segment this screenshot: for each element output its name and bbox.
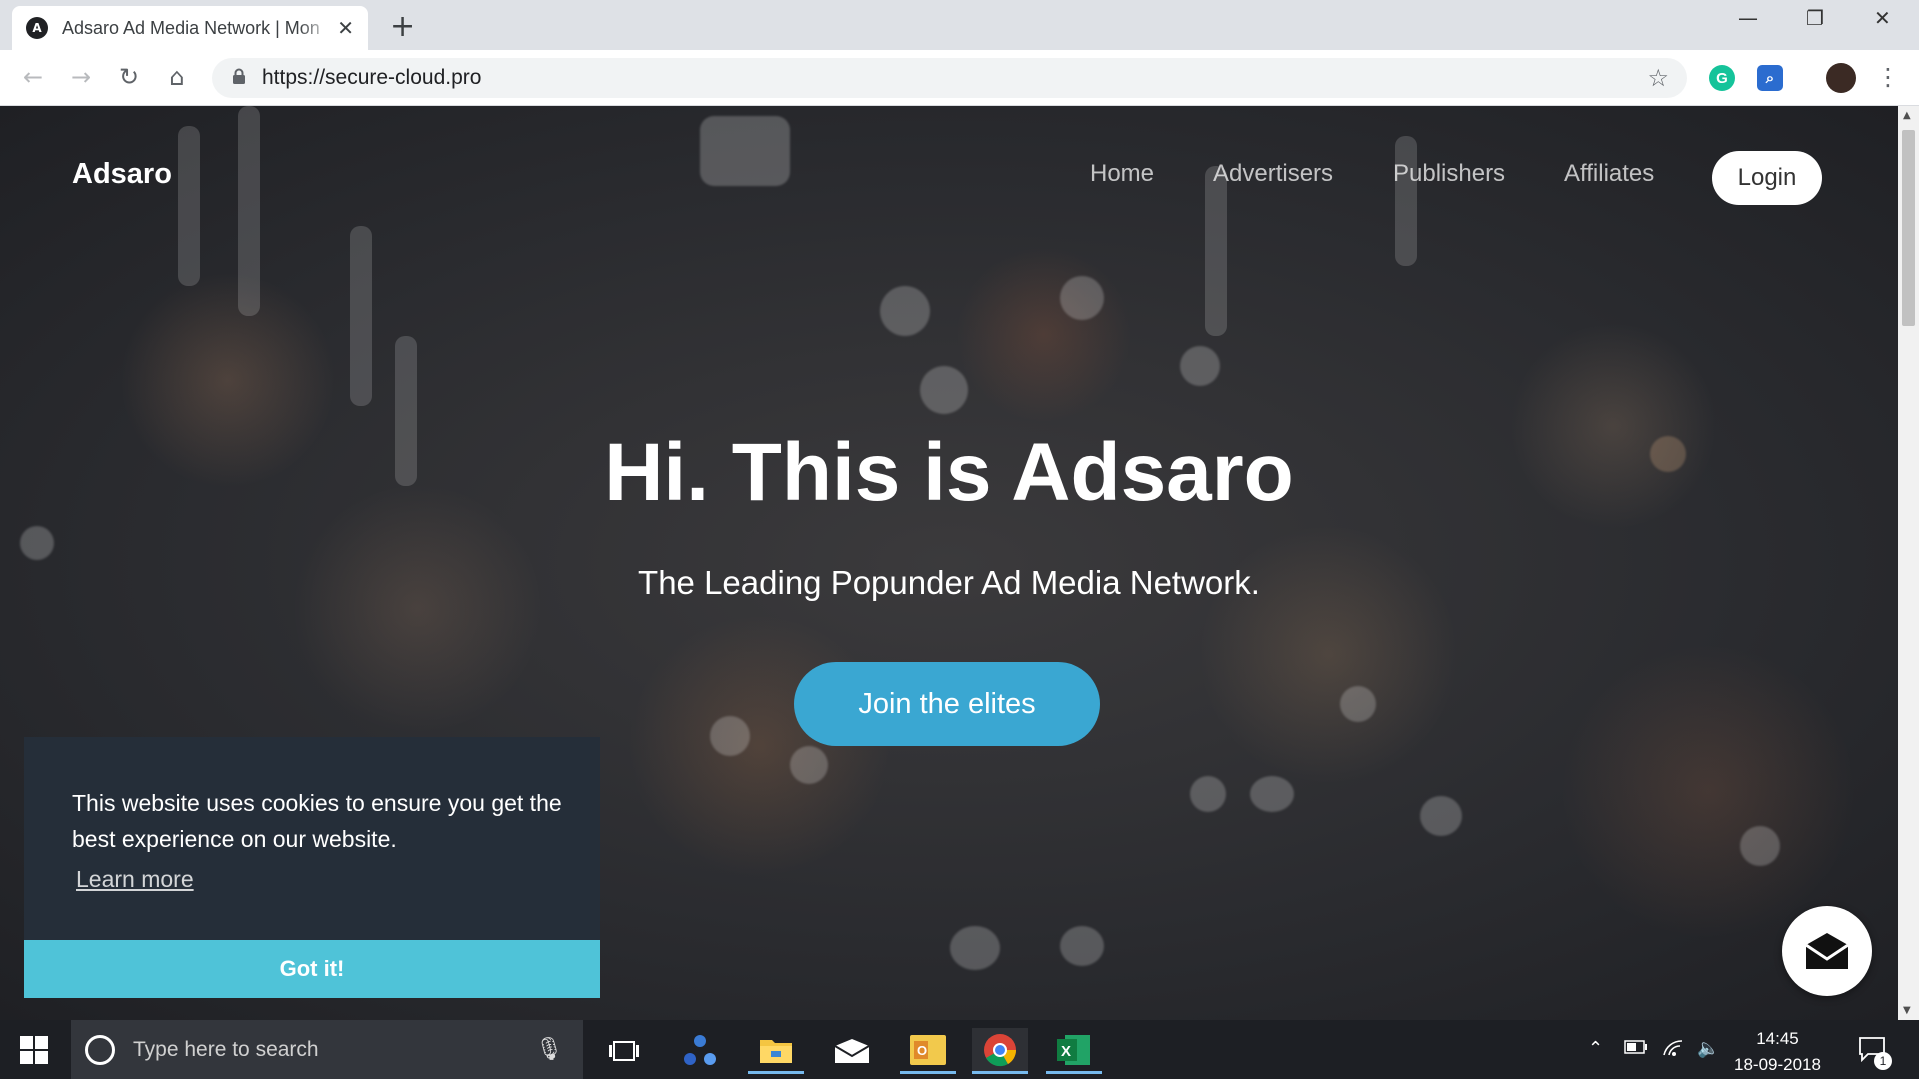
join-the-elites-button[interactable]: Join the elites (794, 662, 1100, 746)
microphone-icon[interactable]: 🎙 (535, 1037, 563, 1062)
battery-icon[interactable] (1624, 1038, 1648, 1059)
svg-text:X: X (1061, 1043, 1071, 1060)
hero-title: Hi. This is Adsaro (604, 427, 1294, 518)
notification-count-badge: 1 (1874, 1052, 1892, 1070)
bokeh-light (178, 126, 200, 286)
cookie-message: This website uses cookies to ensure you … (72, 790, 562, 852)
bokeh-light (920, 366, 968, 414)
bokeh-light (1060, 926, 1104, 966)
nav-link-home[interactable]: Home (1090, 160, 1154, 188)
chrome-icon[interactable] (972, 1028, 1028, 1074)
bokeh-light (790, 746, 828, 784)
outlook-icon[interactable]: O (900, 1028, 956, 1074)
action-center-notifications-icon[interactable]: 1 (1858, 1036, 1892, 1070)
contact-mail-button[interactable] (1782, 906, 1872, 996)
bokeh-light (1340, 686, 1376, 722)
file-explorer-icon[interactable] (748, 1028, 804, 1074)
nav-link-publishers[interactable]: Publishers (1393, 160, 1505, 188)
new-tab-icon[interactable]: + (390, 9, 415, 44)
site-logo[interactable]: Adsaro (72, 158, 172, 191)
bokeh-light (710, 716, 750, 756)
scroll-up-arrow-icon[interactable]: ▲ (1903, 110, 1911, 121)
restore-icon[interactable]: ❐ (1806, 6, 1824, 30)
tab-close-icon[interactable]: ✕ (337, 16, 354, 40)
taskbar-search-placeholder: Type here to search (133, 1037, 319, 1061)
learn-more-link[interactable]: Learn more (76, 866, 194, 893)
page-scrollbar[interactable]: ▲ ▼ (1898, 106, 1919, 1020)
back-icon[interactable]: ← (18, 62, 48, 92)
cookie-consent-banner: This website uses cookies to ensure you … (24, 737, 600, 998)
tab-title: Adsaro Ad Media Network | Mon (62, 17, 320, 38)
bokeh-light (1740, 826, 1780, 866)
address-bar[interactable]: https://secure-cloud.pro ☆ (212, 58, 1687, 98)
app-blue-icon[interactable] (672, 1028, 728, 1074)
bokeh-light (1060, 276, 1104, 320)
scroll-down-arrow-icon[interactable]: ▼ (1903, 1005, 1911, 1016)
nav-link-advertisers[interactable]: Advertisers (1213, 160, 1333, 188)
url-text: https://secure-cloud.pro (262, 66, 482, 89)
clock-time: 14:45 (1756, 1029, 1799, 1048)
chrome-menu-icon[interactable]: ⋮ (1873, 62, 1903, 92)
window-close-icon[interactable]: ✕ (1874, 6, 1891, 30)
search-extension-icon[interactable]: ⌕ (1757, 65, 1783, 91)
bokeh-light (1205, 166, 1227, 336)
mail-icon[interactable] (824, 1028, 880, 1074)
home-icon[interactable]: ⌂ (162, 62, 192, 92)
bokeh-light (1250, 776, 1294, 812)
clock-date: 18-09-2018 (1734, 1055, 1821, 1074)
show-hidden-icons-chevron-icon[interactable]: ⌃ (1588, 1038, 1603, 1059)
wifi-icon[interactable] (1662, 1038, 1684, 1061)
bokeh-light (1180, 346, 1220, 386)
task-view-icon[interactable] (596, 1028, 652, 1074)
nav-link-affiliates[interactable]: Affiliates (1564, 160, 1654, 188)
webpage-hero: Adsaro Home Advertisers Publishers Affil… (0, 106, 1898, 1020)
browser-tab-active[interactable]: A Adsaro Ad Media Network | Mon ✕ (12, 6, 368, 50)
site-favicon-icon: A (26, 17, 48, 39)
hero-subtitle: The Leading Popunder Ad Media Network. (638, 564, 1260, 601)
cortana-icon (85, 1034, 115, 1065)
reload-icon[interactable]: ↻ (114, 62, 144, 92)
bokeh-light (1395, 136, 1417, 266)
forward-icon[interactable]: → (66, 62, 96, 92)
system-clock[interactable]: 14:45 18-09-2018 (1734, 1026, 1821, 1078)
login-button[interactable]: Login (1712, 151, 1822, 205)
envelope-icon (1805, 933, 1849, 969)
svg-text:O: O (917, 1043, 927, 1058)
profile-avatar[interactable] (1826, 63, 1856, 93)
browser-toolbar: ← → ↻ ⌂ https://secure-cloud.pro ☆ G ⌕ ⋮ (0, 50, 1919, 106)
bokeh-light (1190, 776, 1226, 812)
scrollbar-thumb[interactable] (1902, 130, 1915, 326)
windows-start-icon[interactable] (20, 1036, 48, 1064)
lock-icon (232, 68, 246, 89)
excel-icon[interactable]: X (1046, 1028, 1102, 1074)
bokeh-light (20, 526, 54, 560)
bokeh-light (1420, 796, 1462, 836)
grammarly-extension-icon[interactable]: G (1709, 65, 1735, 91)
bokeh-light (700, 116, 790, 186)
bokeh-light (350, 226, 372, 406)
minimize-icon[interactable]: — (1738, 6, 1758, 30)
cookie-accept-button[interactable]: Got it! (24, 940, 600, 998)
bokeh-light (950, 926, 1000, 970)
volume-icon[interactable]: 🔈 (1697, 1038, 1719, 1059)
bokeh-light (880, 286, 930, 336)
bookmark-star-icon[interactable]: ☆ (1647, 64, 1669, 92)
windows-taskbar: Type here to search 🎙 O X ⌃ 🔈 14:45 18-0… (0, 1020, 1919, 1079)
taskbar-search[interactable]: Type here to search 🎙 (71, 1020, 583, 1079)
browser-tab-strip: A Adsaro Ad Media Network | Mon ✕ + — ❐ … (0, 0, 1919, 50)
bokeh-light (238, 106, 260, 316)
